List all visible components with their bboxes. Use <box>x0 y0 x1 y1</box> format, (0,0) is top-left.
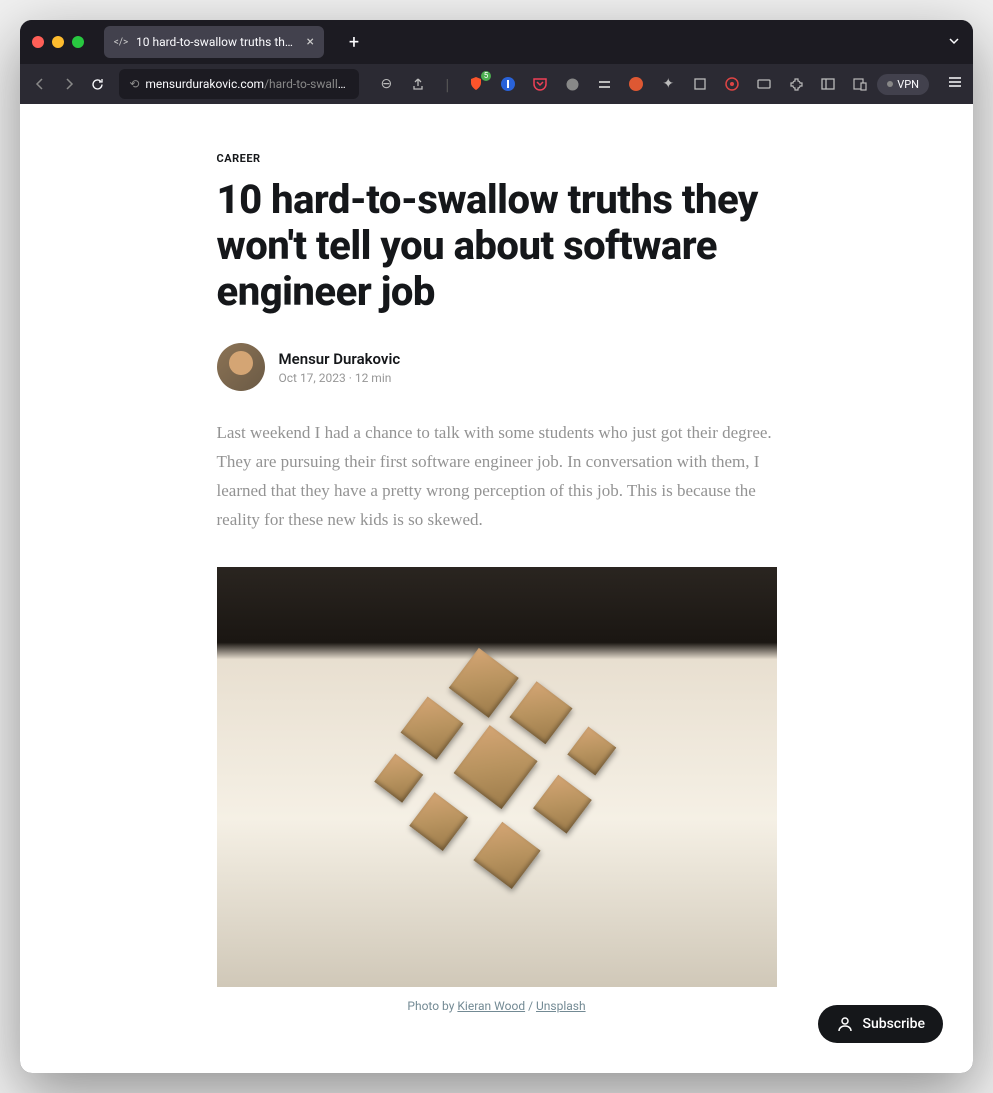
tab-title: 10 hard-to-swallow truths they… <box>136 35 299 49</box>
close-window-button[interactable] <box>32 36 44 48</box>
article-category[interactable]: CAREER <box>217 152 777 165</box>
read-time: 12 min <box>355 371 392 385</box>
browser-toolbar: ⟲ mensurdurakovic.com/hard-to-swallow… ⊖… <box>20 64 973 104</box>
extension-icon-2[interactable] <box>595 75 613 93</box>
vpn-status-dot <box>887 81 893 87</box>
shield-badge-count: 5 <box>481 71 492 81</box>
share-icon[interactable] <box>409 75 427 93</box>
article-byline: Mensur Durakovic Oct 17, 2023 · 12 min <box>217 343 777 391</box>
onepassword-extension-icon[interactable] <box>499 75 517 93</box>
url-text: mensurdurakovic.com/hard-to-swallow… <box>145 77 349 91</box>
hero-image <box>217 567 777 987</box>
tab-favicon-icon: </> <box>114 35 128 49</box>
vpn-label: VPN <box>897 78 919 91</box>
extension-icon-6[interactable] <box>755 75 773 93</box>
vpn-button[interactable]: VPN <box>877 74 929 95</box>
page-content: CAREER 10 hard-to-swallow truths they wo… <box>20 104 973 1073</box>
photo-credit-link[interactable]: Kieran Wood <box>457 999 525 1013</box>
article: CAREER 10 hard-to-swallow truths they wo… <box>217 152 777 1013</box>
author-name[interactable]: Mensur Durakovic <box>279 350 401 368</box>
browser-tab[interactable]: </> 10 hard-to-swallow truths they… × <box>104 26 324 58</box>
sidebar-toggle-icon[interactable] <box>819 75 837 93</box>
extension-icon-4[interactable] <box>691 75 709 93</box>
shield-extension-icon[interactable]: 5 <box>467 75 485 93</box>
photo-source-link[interactable]: Unsplash <box>536 999 586 1013</box>
site-security-icon: ⟲ <box>129 77 139 91</box>
duckduckgo-extension-icon[interactable] <box>627 75 645 93</box>
forward-button[interactable] <box>58 70 78 98</box>
author-avatar[interactable] <box>217 343 265 391</box>
titlebar: </> 10 hard-to-swallow truths they… × + <box>20 20 973 64</box>
extension-icon-1[interactable] <box>563 75 581 93</box>
new-tab-button[interactable]: + <box>340 28 368 56</box>
article-intro: Last weekend I had a chance to talk with… <box>217 419 777 535</box>
toolbar-actions: ⊖ | 5 ✦ <box>377 75 869 94</box>
extension-icon-3[interactable]: ✦ <box>659 75 677 93</box>
browser-window: </> 10 hard-to-swallow truths they… × + … <box>20 20 973 1073</box>
image-caption: Photo by Kieran Wood / Unsplash <box>217 999 777 1013</box>
puzzle-illustration <box>338 618 654 934</box>
pocket-extension-icon[interactable] <box>531 75 549 93</box>
article-meta: Oct 17, 2023 · 12 min <box>279 371 401 385</box>
minimize-window-button[interactable] <box>52 36 64 48</box>
publish-date: Oct 17, 2023 <box>279 371 346 385</box>
extension-icon-5[interactable] <box>723 75 741 93</box>
author-meta: Mensur Durakovic Oct 17, 2023 · 12 min <box>279 350 401 385</box>
toolbar-separator: | <box>445 75 449 94</box>
zoom-out-icon[interactable]: ⊖ <box>377 75 395 93</box>
article-headline: 10 hard-to-swallow truths they won't tel… <box>217 177 777 315</box>
tab-close-button[interactable]: × <box>307 34 314 50</box>
maximize-window-button[interactable] <box>72 36 84 48</box>
back-button[interactable] <box>30 70 50 98</box>
tab-dropdown-button[interactable] <box>947 33 961 52</box>
app-menu-button[interactable] <box>947 74 963 94</box>
responsive-design-icon[interactable] <box>851 75 869 93</box>
address-bar[interactable]: ⟲ mensurdurakovic.com/hard-to-swallow… <box>119 69 359 99</box>
traffic-lights <box>32 36 84 48</box>
reload-button[interactable] <box>87 70 107 98</box>
extensions-menu-icon[interactable] <box>787 75 805 93</box>
